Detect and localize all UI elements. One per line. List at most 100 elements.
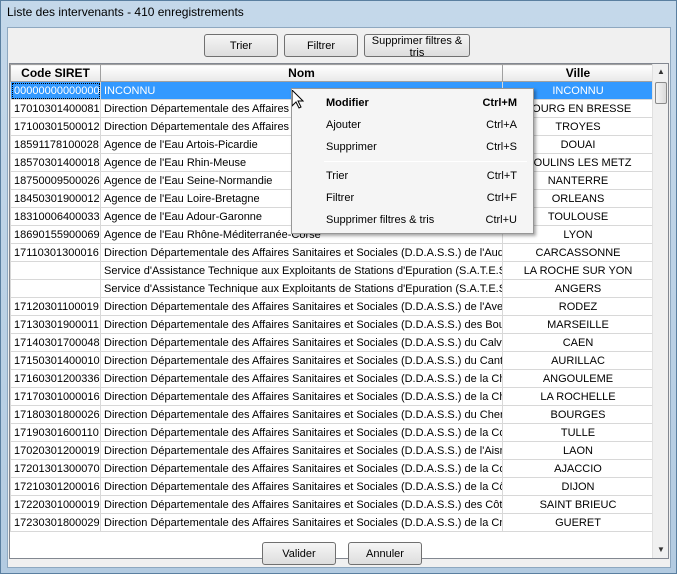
cell-siret[interactable]: 17140301700048	[10, 333, 101, 352]
table-row[interactable]: 17140301700048 Direction Départementale d…	[10, 333, 654, 352]
table-row[interactable]: 17020301200019 Direction Départementale d…	[10, 441, 654, 460]
cell-siret[interactable]: 18750009500026	[10, 171, 101, 190]
cell-siret[interactable]: 17130301900011	[10, 315, 101, 334]
cell-ville[interactable]: LA ROCHE SUR YON	[502, 261, 654, 280]
cell-siret[interactable]: 17170301000016	[10, 387, 101, 406]
column-header-nom[interactable]: Nom	[100, 64, 503, 82]
cell-nom[interactable]: Direction Départementale des Affaires Sa…	[100, 369, 503, 388]
cell-ville[interactable]: MARSEILLE	[502, 315, 654, 334]
table-row[interactable]: 17190301600110 Direction Départementale d…	[10, 423, 654, 442]
cell-siret[interactable]: 17010301400081	[10, 99, 101, 118]
sort-button[interactable]: Trier	[204, 34, 278, 57]
cell-siret[interactable]: 17110301300016	[10, 243, 101, 262]
cell-siret[interactable]	[10, 279, 101, 298]
cell-nom[interactable]: Direction Départementale des Affaires Sa…	[100, 351, 503, 370]
cell-siret[interactable]: 18450301900012	[10, 189, 101, 208]
table-row[interactable]: 17130301900011 Direction Départementale d…	[10, 315, 654, 334]
cell-siret[interactable]: 17190301600110	[10, 423, 101, 442]
menu-item-label: Ajouter	[326, 119, 361, 131]
cell-siret[interactable]: 18591178100028	[10, 135, 101, 154]
table-row[interactable]: 17220301000019 Direction Départementale d…	[10, 495, 654, 514]
cell-siret[interactable]: 17120301100019	[10, 297, 101, 316]
cell-siret[interactable]: 17180301800026	[10, 405, 101, 424]
cell-nom[interactable]: Direction Départementale des Affaires Sa…	[100, 387, 503, 406]
table-row[interactable]: 17150301400010 Direction Départementale d…	[10, 351, 654, 370]
cell-ville[interactable]: TULLE	[502, 423, 654, 442]
table-row[interactable]: Service d'Assistance Technique aux Explo…	[10, 279, 654, 298]
cell-ville[interactable]: AURILLAC	[502, 351, 654, 370]
cell-siret[interactable]: 17201301300070	[10, 459, 101, 478]
menu-item-shortcut: Ctrl+M	[482, 97, 517, 109]
clear-filters-button[interactable]: Supprimer filtres & tris	[364, 34, 470, 59]
cell-ville[interactable]: LA ROCHELLE	[502, 387, 654, 406]
table-row[interactable]: 17210301200016 Direction Départementale d…	[10, 477, 654, 496]
cell-ville[interactable]: BOURGES	[502, 405, 654, 424]
table-row[interactable]: 17110301300016 Direction Départementale d…	[10, 243, 654, 262]
cell-siret[interactable]: 18570301400018	[10, 153, 101, 172]
cell-siret[interactable]: 17100301500012	[10, 117, 101, 136]
table-row[interactable]: 17160301200336 Direction Départementale d…	[10, 369, 654, 388]
column-header-siret[interactable]: Code SIRET	[10, 64, 101, 82]
filter-button[interactable]: Filtrer	[284, 34, 358, 57]
menu-item[interactable]: Modifier Ctrl+M	[294, 92, 531, 114]
menu-item-shortcut: Ctrl+S	[486, 141, 517, 153]
table-row[interactable]: 17180301800026 Direction Départementale d…	[10, 405, 654, 424]
menu-item[interactable]: Ajouter Ctrl+A	[294, 114, 531, 136]
cell-ville[interactable]: ANGERS	[502, 279, 654, 298]
scroll-thumb[interactable]	[655, 82, 667, 104]
cell-siret[interactable]: 17210301200016	[10, 477, 101, 496]
menu-item-label: Supprimer	[326, 141, 377, 153]
menu-item-shortcut: Ctrl+F	[486, 192, 517, 204]
window-title: Liste des intervenants - 410 enregistrem…	[7, 5, 244, 19]
cell-ville[interactable]: RODEZ	[502, 297, 654, 316]
table-row[interactable]: 17120301100019 Direction Départementale d…	[10, 297, 654, 316]
validate-button[interactable]: Valider	[262, 542, 336, 565]
table-row[interactable]: 17170301000016 Direction Départementale d…	[10, 387, 654, 406]
cell-nom[interactable]: Direction Départementale des Affaires Sa…	[100, 477, 503, 496]
cell-siret[interactable]: 18310006400033	[10, 207, 101, 226]
table-row[interactable]: 17201301300070 Direction Départementale d…	[10, 459, 654, 478]
cell-nom[interactable]: Direction Départementale des Affaires Sa…	[100, 513, 503, 532]
cell-nom[interactable]: Direction Départementale des Affaires Sa…	[100, 243, 503, 262]
cell-nom[interactable]: Direction Départementale des Affaires Sa…	[100, 459, 503, 478]
cell-ville[interactable]: CAEN	[502, 333, 654, 352]
cell-ville[interactable]: DIJON	[502, 477, 654, 496]
cell-siret[interactable]: 17230301800029	[10, 513, 101, 532]
column-header-ville[interactable]: Ville	[502, 64, 654, 82]
menu-item[interactable]: Trier Ctrl+T	[294, 165, 531, 187]
table-row[interactable]: Service d'Assistance Technique aux Explo…	[10, 261, 654, 280]
menu-item[interactable]: Supprimer Ctrl+S	[294, 136, 531, 158]
menu-item[interactable]: Supprimer filtres & tris Ctrl+U	[294, 209, 531, 231]
cell-nom[interactable]: Direction Départementale des Affaires Sa…	[100, 495, 503, 514]
cell-siret[interactable]: 00000000000000	[10, 81, 101, 100]
menu-item-shortcut: Ctrl+U	[485, 214, 517, 226]
cell-nom[interactable]: Service d'Assistance Technique aux Explo…	[100, 279, 503, 298]
cell-nom[interactable]: Direction Départementale des Affaires Sa…	[100, 315, 503, 334]
cell-nom[interactable]: Direction Départementale des Affaires Sa…	[100, 441, 503, 460]
cell-ville[interactable]: LAON	[502, 441, 654, 460]
menu-item-shortcut: Ctrl+T	[486, 170, 517, 182]
scroll-down-icon[interactable]: ▼	[653, 542, 668, 558]
cell-siret[interactable]	[10, 261, 101, 280]
cell-siret[interactable]: 17160301200336	[10, 369, 101, 388]
cell-ville[interactable]: GUERET	[502, 513, 654, 532]
cell-nom[interactable]: Service d'Assistance Technique aux Explo…	[100, 261, 503, 280]
cell-ville[interactable]: ANGOULEME	[502, 369, 654, 388]
cell-ville[interactable]: CARCASSONNE	[502, 243, 654, 262]
cell-siret[interactable]: 18690155900069	[10, 225, 101, 244]
menu-item[interactable]: Filtrer Ctrl+F	[294, 187, 531, 209]
cell-ville[interactable]: SAINT BRIEUC	[502, 495, 654, 514]
vertical-scrollbar[interactable]: ▲ ▼	[652, 64, 668, 558]
cancel-button[interactable]: Annuler	[348, 542, 422, 565]
cell-nom[interactable]: Direction Départementale des Affaires Sa…	[100, 333, 503, 352]
cell-siret[interactable]: 17150301400010	[10, 351, 101, 370]
cell-nom[interactable]: Direction Départementale des Affaires Sa…	[100, 297, 503, 316]
scroll-up-icon[interactable]: ▲	[653, 64, 668, 80]
cell-ville[interactable]: AJACCIO	[502, 459, 654, 478]
menu-separator	[324, 161, 527, 162]
table-row[interactable]: 17230301800029 Direction Départementale d…	[10, 513, 654, 532]
cell-nom[interactable]: Direction Départementale des Affaires Sa…	[100, 405, 503, 424]
cell-siret[interactable]: 17220301000019	[10, 495, 101, 514]
cell-nom[interactable]: Direction Départementale des Affaires Sa…	[100, 423, 503, 442]
cell-siret[interactable]: 17020301200019	[10, 441, 101, 460]
